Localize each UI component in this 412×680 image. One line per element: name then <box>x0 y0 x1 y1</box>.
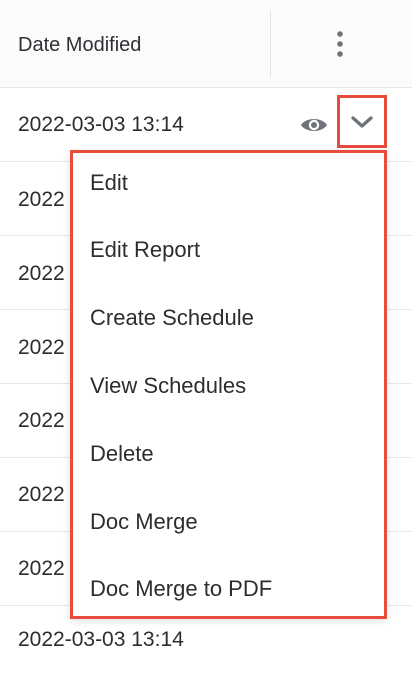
kebab-menu-icon <box>337 31 343 57</box>
menu-item-doc-merge-to-pdf[interactable]: Doc Merge to PDF <box>90 576 272 602</box>
date-modified-cell: 2022 <box>18 336 65 359</box>
menu-item-doc-merge[interactable]: Doc Merge <box>90 509 198 535</box>
menu-item-view-schedules[interactable]: View Schedules <box>90 373 246 399</box>
date-modified-cell: 2022-03-03 13:14 <box>18 628 184 651</box>
chevron-down-icon <box>351 116 373 128</box>
menu-item-create-schedule[interactable]: Create Schedule <box>90 305 254 331</box>
row-actions-menu: Edit Edit Report Create Schedule View Sc… <box>70 150 387 619</box>
menu-item-edit-report[interactable]: Edit Report <box>90 237 200 263</box>
date-modified-cell: 2022 <box>18 262 65 285</box>
header-divider <box>270 10 271 78</box>
eye-icon <box>301 119 327 131</box>
menu-item-edit[interactable]: Edit <box>90 170 128 196</box>
date-modified-cell: 2022 <box>18 557 65 580</box>
report-table: Date Modified 2022-03-03 13:14 2022 2022… <box>0 0 412 651</box>
table-header: Date Modified <box>0 0 412 88</box>
date-modified-cell: 2022 <box>18 409 65 432</box>
date-modified-cell: 2022-03-03 13:14 <box>18 113 184 136</box>
row-actions-dropdown-button[interactable] <box>337 95 387 148</box>
column-options-button[interactable] <box>325 28 355 60</box>
date-modified-cell: 2022 <box>18 188 65 211</box>
preview-button[interactable] <box>297 109 331 141</box>
menu-item-delete[interactable]: Delete <box>90 441 154 467</box>
column-header-date-modified[interactable]: Date Modified <box>18 33 141 57</box>
date-modified-cell: 2022 <box>18 483 65 506</box>
